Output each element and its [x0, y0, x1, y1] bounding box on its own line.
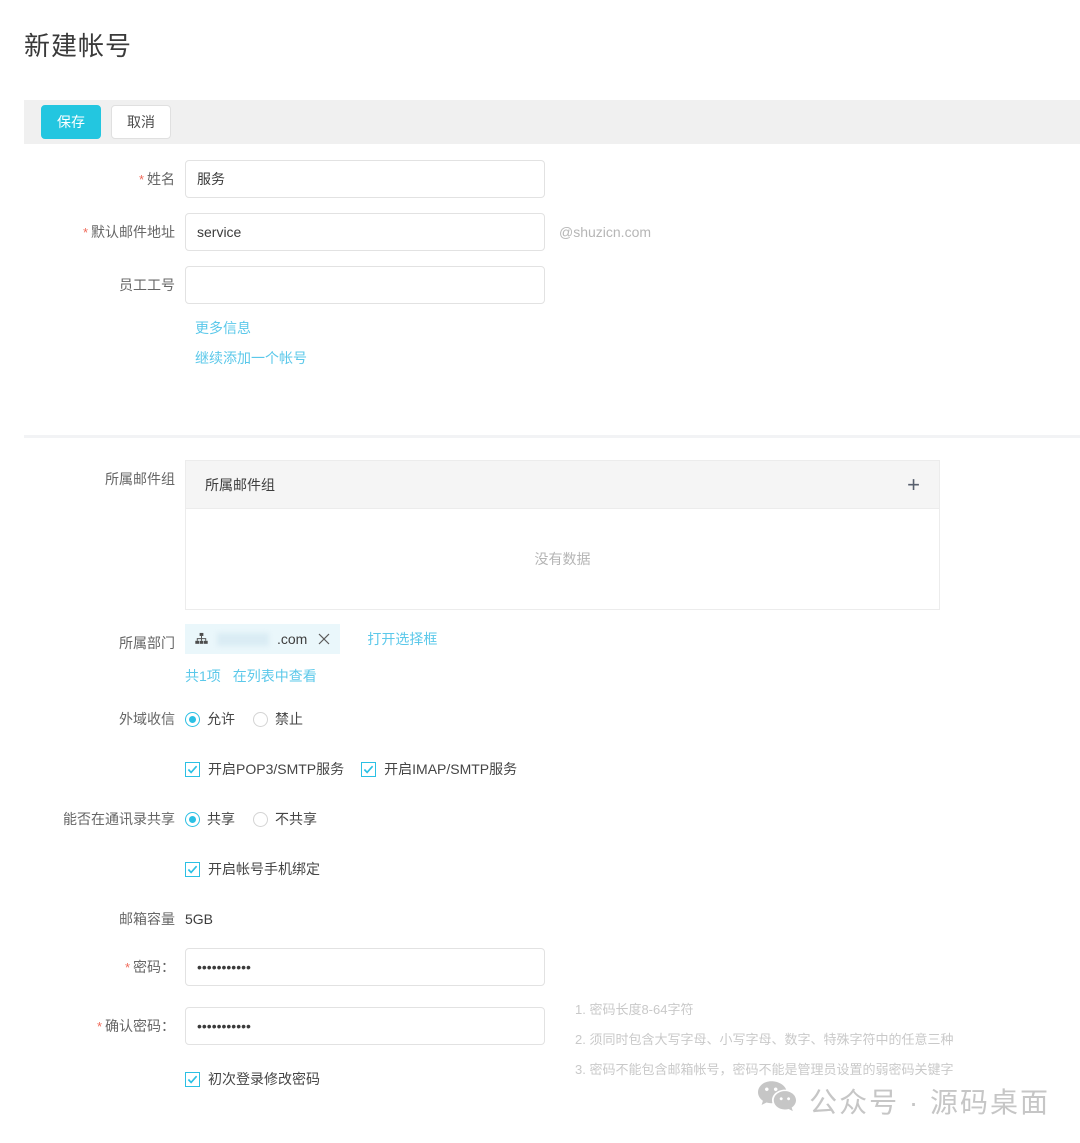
form-row-external-receive: 外域收信 允许 禁止	[0, 700, 1080, 738]
add-another-account-link[interactable]: 继续添加一个帐号	[195, 350, 307, 366]
checkbox-phone-bind[interactable]: 开启帐号手机绑定	[185, 859, 320, 879]
password-hints: 1. 密码长度8-64字符 2. 须同时包含大写字母、小写字母、数字、特殊字符中…	[575, 995, 1065, 1085]
name-label: * 姓名	[138, 171, 175, 187]
toolbar: 保存 取消	[24, 100, 1080, 144]
form-row-employee-no: 员工工号	[0, 266, 1080, 304]
required-asterisk: *	[96, 1019, 102, 1034]
default-mail-label: * 默认邮件地址	[82, 224, 175, 240]
department-count-link[interactable]: 共1项	[185, 666, 221, 686]
radio-on-icon	[185, 711, 200, 727]
radio-external-deny[interactable]: 禁止	[253, 709, 303, 729]
required-asterisk: *	[138, 172, 144, 187]
capacity-label: 邮箱容量	[119, 911, 175, 927]
default-mail-field-wrap: @shuzicn.com	[185, 213, 651, 251]
phone-bind-wrap: 开启帐号手机绑定	[185, 850, 329, 888]
radio-share-no[interactable]: 不共享	[253, 809, 317, 829]
radio-share-yes[interactable]: 共享	[185, 809, 235, 829]
close-icon[interactable]	[317, 632, 331, 646]
radio-external-allow[interactable]: 允许	[185, 709, 235, 729]
check-icon	[185, 1071, 200, 1087]
password-hint-1: 1. 密码长度8-64字符	[575, 1002, 694, 1017]
form-row-department: 所属部门 .com 打开选择框	[0, 624, 1080, 662]
department-links-wrap: 共1项 在列表中查看	[185, 666, 317, 686]
mail-domain-suffix: @shuzicn.com	[559, 224, 652, 240]
protocol-checkboxes: 开启POP3/SMTP服务 开启IMAP/SMTP服务	[185, 750, 526, 788]
check-icon	[185, 861, 200, 877]
form-row-phone-bind: 开启帐号手机绑定	[0, 850, 1080, 888]
department-chip[interactable]: .com	[185, 624, 341, 654]
checkbox-imap-smtp[interactable]: 开启IMAP/SMTP服务	[361, 759, 517, 779]
add-another-row: 继续添加一个帐号	[185, 348, 1080, 368]
mail-group-field-wrap: 所属邮件组 + 没有数据	[185, 460, 940, 610]
confirm-password-field-wrap	[185, 1007, 545, 1045]
mail-group-panel: 所属邮件组 + 没有数据	[185, 460, 940, 610]
radio-share-no-label: 不共享	[275, 811, 317, 827]
mail-group-label: 所属邮件组	[105, 471, 175, 487]
cancel-button[interactable]: 取消	[111, 105, 171, 139]
save-button[interactable]: 保存	[41, 105, 101, 139]
redacted-department-name	[217, 632, 269, 646]
check-icon	[185, 761, 200, 777]
default-mail-input[interactable]	[185, 213, 545, 251]
checkbox-pop3-smtp-label: 开启POP3/SMTP服务	[208, 761, 345, 777]
page-title: 新建帐号	[24, 31, 133, 61]
radio-share-yes-label: 共享	[207, 811, 235, 827]
checkbox-imap-smtp-label: 开启IMAP/SMTP服务	[384, 761, 518, 777]
first-login-wrap: 初次登录修改密码	[185, 1060, 329, 1098]
form-row-capacity: 邮箱容量 5GB	[0, 900, 1080, 938]
form-row-password: * 密码：	[0, 948, 1080, 987]
radio-off-icon	[253, 811, 268, 827]
open-picker-link[interactable]: 打开选择框	[367, 629, 437, 649]
department-links-row: 共1项 在列表中查看	[0, 666, 1080, 686]
checkbox-pop3-smtp[interactable]: 开启POP3/SMTP服务	[185, 759, 344, 779]
form-row-name: * 姓名	[0, 160, 1080, 199]
department-chip-text: .com	[277, 631, 308, 647]
contact-share-options: 共享 不共享	[185, 800, 327, 838]
contact-share-label: 能否在通讯录共享	[63, 811, 175, 827]
employee-no-label: 员工工号	[119, 277, 175, 293]
sitemap-icon	[194, 632, 209, 647]
empty-text: 没有数据	[534, 551, 591, 567]
confirm-password-input[interactable]	[185, 1007, 545, 1045]
radio-external-deny-label: 禁止	[275, 711, 303, 727]
password-input[interactable]	[185, 948, 545, 986]
employee-no-field-wrap	[185, 266, 545, 304]
confirm-password-label: * 确认密码：	[96, 1018, 175, 1034]
radio-on-icon	[185, 811, 200, 827]
checkbox-phone-bind-label: 开启帐号手机绑定	[208, 861, 320, 877]
more-info-row: 更多信息	[185, 318, 1080, 338]
name-input[interactable]	[185, 160, 545, 198]
plus-icon[interactable]: +	[907, 473, 920, 496]
form-row-protocols: 开启POP3/SMTP服务 开启IMAP/SMTP服务	[0, 750, 1080, 788]
employee-no-input[interactable]	[185, 266, 545, 304]
radio-external-allow-label: 允许	[207, 711, 235, 727]
name-field-wrap	[185, 160, 545, 198]
check-icon	[361, 761, 377, 777]
form-row-contact-share: 能否在通讯录共享 共享 不共享	[0, 800, 1080, 838]
capacity-value-wrap: 5GB	[185, 900, 213, 938]
mail-group-empty-state: 没有数据	[186, 509, 939, 609]
external-receive-label: 外域收信	[119, 711, 175, 727]
password-hint-2: 2. 须同时包含大写字母、小写字母、数字、特殊字符中的任意三种	[575, 1032, 954, 1047]
more-info-link[interactable]: 更多信息	[195, 320, 251, 336]
section-divider	[24, 435, 1080, 438]
checkbox-first-login-change-password[interactable]: 初次登录修改密码	[185, 1069, 320, 1089]
password-field-wrap	[185, 948, 545, 986]
form-row-mail-group: 所属邮件组 所属邮件组 + 没有数据	[0, 460, 1080, 610]
department-field-wrap: .com 打开选择框	[185, 624, 437, 654]
form-row-default-mail: *默认邮件地址 @shuzicn.com	[0, 213, 1080, 252]
mail-group-panel-title: 所属邮件组	[205, 476, 275, 493]
capacity-value: 5GB	[185, 911, 214, 927]
checkbox-first-login-label: 初次登录修改密码	[208, 1071, 320, 1087]
basic-info-form: *姓名 *默认邮件地址 @shuzicn.com 员工工号 更多信息 继续添加一…	[0, 160, 1080, 378]
password-hint-3: 3. 密码不能包含邮箱帐号，密码不能是管理员设置的弱密码关键字	[575, 1062, 954, 1077]
department-label: 所属部门	[119, 635, 175, 651]
mail-group-panel-header: 所属邮件组 +	[186, 461, 939, 509]
required-asterisk: *	[82, 225, 88, 240]
password-label: * 密码：	[124, 959, 175, 975]
radio-off-icon	[253, 711, 268, 727]
view-in-list-link[interactable]: 在列表中查看	[233, 666, 317, 686]
external-receive-options: 允许 禁止	[185, 700, 313, 738]
required-asterisk: *	[124, 960, 130, 975]
